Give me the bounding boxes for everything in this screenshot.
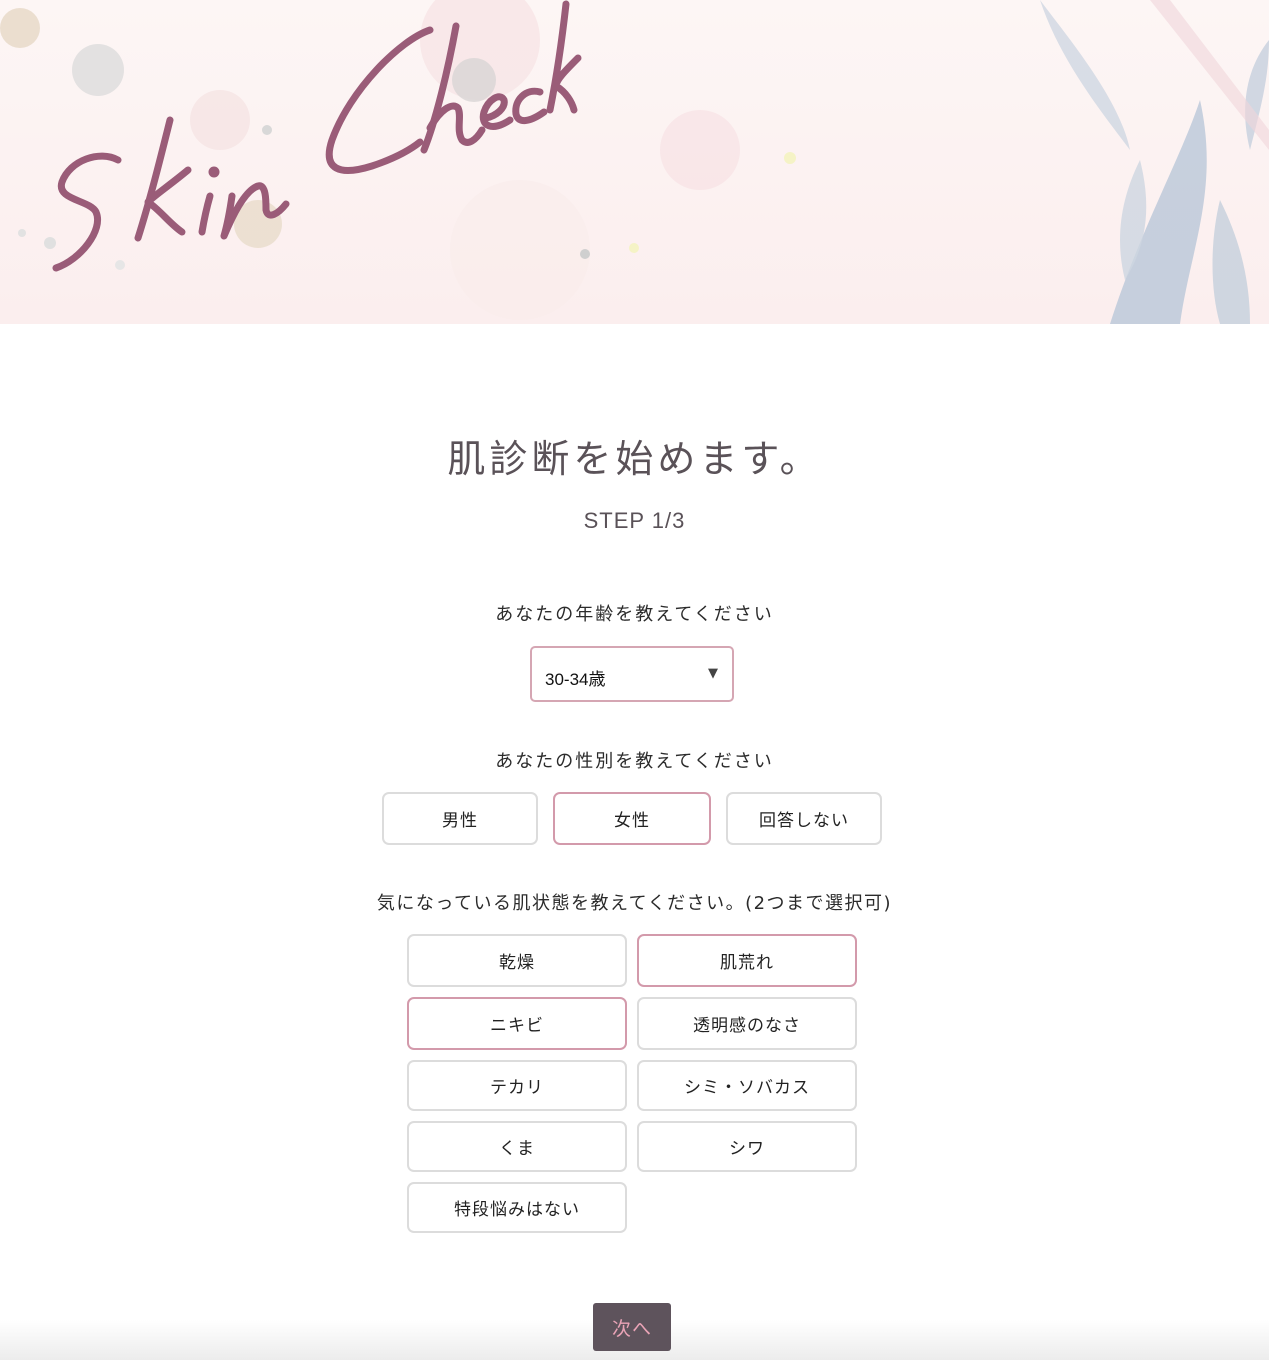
concern-option-dark-circles[interactable]: くま	[407, 1121, 627, 1172]
concern-option-wrinkles[interactable]: シワ	[637, 1121, 857, 1172]
chevron-down-icon: ▼	[708, 666, 718, 681]
page-title: 肌診断を始めます。	[447, 437, 822, 481]
concern-option-dullness[interactable]: 透明感のなさ	[637, 997, 857, 1050]
age-question: あなたの年齢を教えてください	[495, 604, 774, 625]
hero-decoration	[0, 0, 1269, 324]
gender-option-no-answer[interactable]: 回答しない	[726, 792, 882, 845]
step-indicator: STEP 1/3	[583, 508, 686, 533]
hero-banner	[0, 0, 1269, 324]
next-button[interactable]: 次へ	[593, 1303, 671, 1351]
age-select-value: 30-34歳	[545, 670, 606, 689]
concern-option-acne[interactable]: ニキビ	[407, 997, 627, 1050]
age-select[interactable]: 30-34歳 ▼	[530, 646, 734, 702]
main-content: 肌診断を始めます。 STEP 1/3 あなたの年齢を教えてください 30-34歳…	[0, 324, 1269, 1360]
concern-option-dryness[interactable]: 乾燥	[407, 934, 627, 987]
gender-question: あなたの性別を教えてください	[495, 751, 774, 772]
gender-option-female[interactable]: 女性	[553, 792, 711, 845]
concern-option-none[interactable]: 特段悩みはない	[407, 1182, 627, 1233]
gender-option-male[interactable]: 男性	[382, 792, 538, 845]
concerns-question: 気になっている肌状態を教えてください。(2つまで選択可)	[376, 893, 893, 914]
concern-option-oiliness[interactable]: テカリ	[407, 1060, 627, 1111]
concern-option-spots-freckles[interactable]: シミ・ソバカス	[637, 1060, 857, 1111]
concern-option-rough-skin[interactable]: 肌荒れ	[637, 934, 857, 987]
